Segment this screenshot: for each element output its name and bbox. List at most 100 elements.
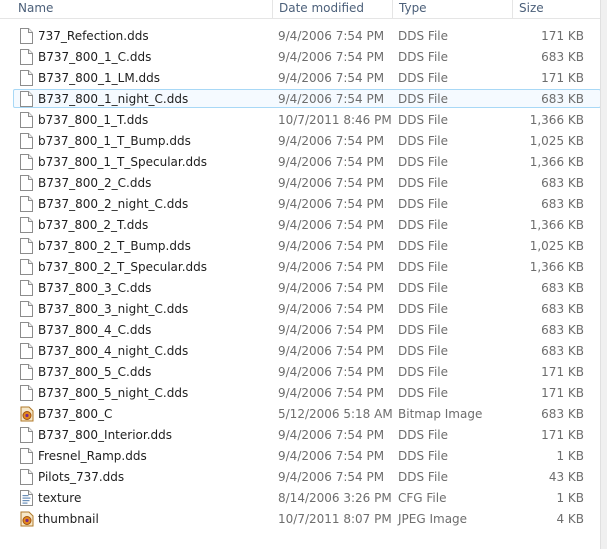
file-date-modified: 9/4/2006 7:54 PM — [278, 260, 385, 274]
file-row[interactable]: B737_800_Interior.dds 9/4/2006 7:54 PM DDS… — [0, 425, 607, 446]
file-list: 737_Refection.dds 9/4/2006 7:54 PM DDS Fil… — [0, 26, 607, 530]
file-name: b737_800_1_T_Bump.dds — [38, 134, 191, 148]
file-type: DDS File — [398, 155, 448, 169]
file-row[interactable]: B737_800_3_C.dds 9/4/2006 7:54 PM DDS File… — [0, 278, 607, 299]
file-row[interactable]: Pilots_737.dds 9/4/2006 7:54 PM DDS File 43… — [0, 467, 607, 488]
file-size: 1,366 KB — [529, 113, 584, 127]
file-type: DDS File — [398, 302, 448, 316]
file-type: DDS File — [398, 428, 448, 442]
file-size: 683 KB — [541, 92, 584, 106]
file-date-modified: 9/4/2006 7:54 PM — [278, 470, 385, 484]
file-row[interactable]: B737_800_5_C.dds 9/4/2006 7:54 PM DDS File… — [0, 362, 607, 383]
file-icon — [20, 217, 33, 233]
file-type: DDS File — [398, 71, 448, 85]
file-name: texture — [38, 491, 82, 505]
file-row[interactable]: B737_800_5_night_C.dds 9/4/2006 7:54 PM DD… — [0, 383, 607, 404]
file-date-modified: 5/12/2006 5:18 AM — [278, 407, 393, 421]
file-size: 1,366 KB — [529, 260, 584, 274]
file-name: B737_800_2_night_C.dds — [38, 197, 189, 211]
file-date-modified: 9/4/2006 7:54 PM — [278, 218, 385, 232]
file-type: DDS File — [398, 176, 448, 190]
file-row[interactable]: B737_800_3_night_C.dds 9/4/2006 7:54 PM DD… — [0, 299, 607, 320]
file-size: 1 KB — [556, 449, 584, 463]
file-date-modified: 9/4/2006 7:54 PM — [278, 176, 385, 190]
file-date-modified: 9/4/2006 7:54 PM — [278, 365, 385, 379]
file-icon — [20, 49, 33, 65]
file-name: Fresnel_Ramp.dds — [38, 449, 147, 463]
vertical-scrollbar[interactable] — [600, 0, 607, 549]
file-name: b737_800_2_T_Specular.dds — [38, 260, 208, 274]
file-date-modified: 9/4/2006 7:54 PM — [278, 71, 385, 85]
file-size: 683 KB — [541, 281, 584, 295]
file-size: 171 KB — [541, 29, 584, 43]
file-size: 1 KB — [556, 491, 584, 505]
column-header-date-modified[interactable]: Date modified — [272, 0, 392, 18]
file-size: 1,366 KB — [529, 218, 584, 232]
file-date-modified: 8/14/2006 3:26 PM — [278, 491, 392, 505]
file-type: DDS File — [398, 134, 448, 148]
file-row[interactable]: b737_800_2_T.dds 9/4/2006 7:54 PM DDS File… — [0, 215, 607, 236]
file-row[interactable]: B737_800_1_C.dds 9/4/2006 7:54 PM DDS File… — [0, 47, 607, 68]
file-type: DDS File — [398, 365, 448, 379]
file-size: 171 KB — [541, 428, 584, 442]
file-icon — [20, 322, 33, 338]
file-row[interactable]: b737_800_1_T_Specular.dds 9/4/2006 7:54 P… — [0, 152, 607, 173]
file-type: DDS File — [398, 323, 448, 337]
file-icon — [20, 301, 33, 317]
file-type: CFG File — [398, 491, 447, 505]
file-row[interactable]: 737_Refection.dds 9/4/2006 7:54 PM DDS Fil… — [0, 26, 607, 47]
file-row[interactable]: B737_800_C 5/12/2006 5:18 AM Bitmap Image 6… — [0, 404, 607, 425]
file-row[interactable]: B737_800_2_C.dds 9/4/2006 7:54 PM DDS File… — [0, 173, 607, 194]
file-icon — [20, 238, 33, 254]
file-type: DDS File — [398, 29, 448, 43]
file-icon — [20, 70, 33, 86]
file-name: B737_800_4_night_C.dds — [38, 344, 189, 358]
file-date-modified: 9/4/2006 7:54 PM — [278, 344, 385, 358]
file-date-modified: 9/4/2006 7:54 PM — [278, 428, 385, 442]
file-row[interactable]: B737_800_1_night_C.dds 9/4/2006 7:54 PM DD… — [0, 89, 607, 110]
file-row[interactable]: b737_800_2_T_Bump.dds 9/4/2006 7:54 PM DDS… — [0, 236, 607, 257]
file-date-modified: 9/4/2006 7:54 PM — [278, 155, 385, 169]
file-row[interactable]: b737_800_1_T_Bump.dds 9/4/2006 7:54 PM DDS… — [0, 131, 607, 152]
file-name: b737_800_1_T_Specular.dds — [38, 155, 208, 169]
file-type: DDS File — [398, 260, 448, 274]
file-row[interactable]: thumbnail 10/7/2011 8:07 PM JPEG Image 4 KB — [0, 509, 607, 530]
file-row[interactable]: B737_800_4_C.dds 9/4/2006 7:54 PM DDS File… — [0, 320, 607, 341]
file-name: B737_800_2_C.dds — [38, 176, 152, 190]
file-date-modified: 9/4/2006 7:54 PM — [278, 29, 385, 43]
file-type: DDS File — [398, 281, 448, 295]
file-date-modified: 9/4/2006 7:54 PM — [278, 302, 385, 316]
file-type: JPEG Image — [398, 512, 468, 526]
file-icon — [20, 469, 33, 485]
file-row[interactable]: texture 8/14/2006 3:26 PM CFG File 1 KB — [0, 488, 607, 509]
file-row[interactable]: b737_800_1_T.dds 10/7/2011 8:46 PM DDS Fil… — [0, 110, 607, 131]
file-icon — [20, 91, 33, 107]
file-row[interactable]: B737_800_4_night_C.dds 9/4/2006 7:54 PM DD… — [0, 341, 607, 362]
file-icon — [20, 196, 33, 212]
file-name: b737_800_2_T_Bump.dds — [38, 239, 191, 253]
file-size: 683 KB — [541, 176, 584, 190]
file-name: b737_800_1_T.dds — [38, 113, 149, 127]
column-header-size[interactable]: Size — [512, 0, 607, 18]
file-type: DDS File — [398, 113, 448, 127]
file-type: DDS File — [398, 92, 448, 106]
file-row[interactable]: b737_800_2_T_Specular.dds 9/4/2006 7:54 P… — [0, 257, 607, 278]
image-icon — [20, 406, 34, 422]
file-row[interactable]: Fresnel_Ramp.dds 9/4/2006 7:54 PM DDS File… — [0, 446, 607, 467]
file-name: B737_800_5_night_C.dds — [38, 386, 189, 400]
file-name: thumbnail — [38, 512, 99, 526]
column-header-type[interactable]: Type — [392, 0, 512, 18]
file-name: B737_800_1_night_C.dds — [38, 92, 189, 106]
file-name: B737_800_Interior.dds — [38, 428, 173, 442]
file-icon — [20, 448, 33, 464]
file-name: B737_800_4_C.dds — [38, 323, 152, 337]
file-icon — [20, 133, 33, 149]
file-row[interactable]: B737_800_1_LM.dds 9/4/2006 7:54 PM DDS Fil… — [0, 68, 607, 89]
file-row[interactable]: B737_800_2_night_C.dds 9/4/2006 7:54 PM DD… — [0, 194, 607, 215]
file-date-modified: 10/7/2011 8:07 PM — [278, 512, 392, 526]
file-date-modified: 9/4/2006 7:54 PM — [278, 386, 385, 400]
file-icon — [20, 112, 33, 128]
column-header-name[interactable]: Name — [12, 0, 272, 18]
file-size: 683 KB — [541, 302, 584, 316]
file-type: DDS File — [398, 197, 448, 211]
